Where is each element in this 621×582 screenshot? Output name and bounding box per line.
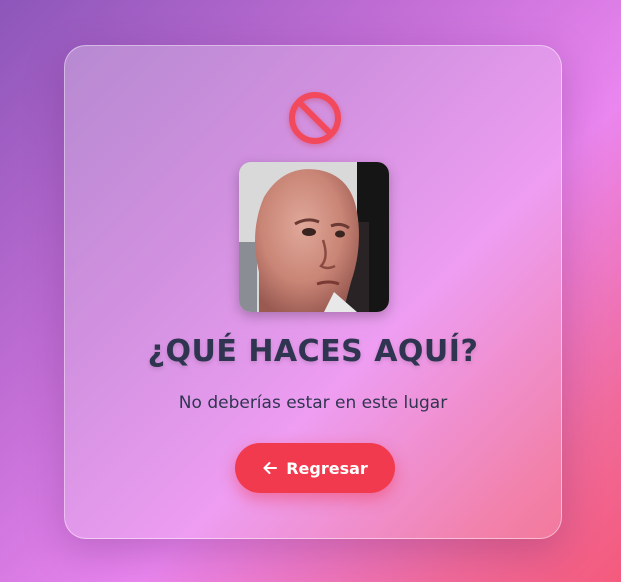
access-denied-card: ¿QUÉ HACES AQUÍ? No deberías estar en es… xyxy=(64,45,562,539)
meme-image xyxy=(239,162,389,312)
page-title: ¿QUÉ HACES AQUÍ? xyxy=(147,334,479,369)
back-button[interactable]: Regresar xyxy=(235,443,395,493)
back-button-label: Regresar xyxy=(286,458,368,478)
ban-icon xyxy=(289,92,341,144)
page-subtitle: No deberías estar en este lugar xyxy=(178,393,448,413)
arrow-left-icon xyxy=(262,460,278,476)
